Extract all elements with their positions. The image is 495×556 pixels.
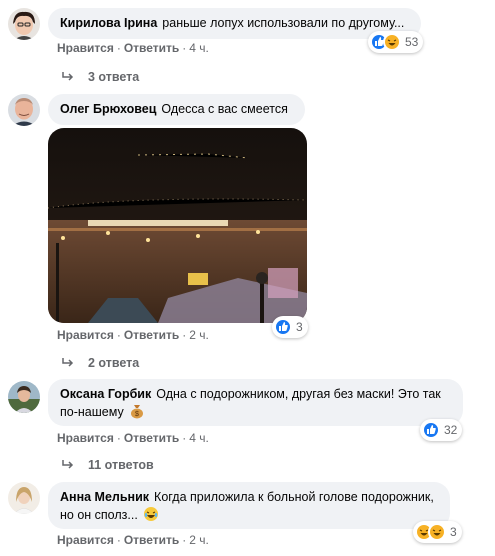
reply-arrow-icon (62, 458, 74, 472)
reply-button[interactable]: Ответить (124, 41, 179, 55)
comment-text: Одесса с вас смеется (161, 102, 288, 116)
reactions-count: 53 (405, 35, 419, 49)
comment-text: Одна с подорожником, другая без маски! Э… (156, 387, 441, 401)
reactions-count: 3 (296, 320, 303, 334)
svg-text:$: $ (135, 411, 139, 418)
comment-text: Когда приложила к больной голове подорож… (154, 490, 434, 504)
comment-timestamp[interactable]: 4 ч. (189, 431, 209, 445)
view-replies-link[interactable]: 3 ответа (62, 70, 139, 84)
reactions-summary[interactable]: 53 (368, 31, 424, 53)
reply-arrow-icon (62, 70, 74, 84)
reactions-summary[interactable]: 32 (420, 419, 463, 441)
comment-actions: Нравится · Ответить · 2 ч. (57, 328, 209, 342)
comment-text: по-нашему (60, 405, 124, 419)
comment-actions: Нравится · Ответить · 4 ч. (57, 431, 209, 445)
comment-bubble: Анна Мельник Когда приложила к больной го… (48, 482, 450, 529)
comment-timestamp[interactable]: 2 ч. (189, 533, 209, 547)
reactions-summary[interactable]: 3 (413, 521, 462, 543)
comment-text: но он сполз... (60, 508, 138, 522)
reply-button[interactable]: Ответить (124, 328, 179, 342)
replies-count: 11 ответов (88, 458, 154, 472)
comment-author[interactable]: Анна Мельник (60, 490, 149, 504)
like-button[interactable]: Нравится (57, 328, 114, 342)
comment-timestamp[interactable]: 4 ч. (189, 41, 209, 55)
replies-count: 2 ответа (88, 356, 140, 370)
like-reaction-icon (274, 318, 292, 336)
haha-reaction-icon (428, 523, 446, 541)
comment-timestamp[interactable]: 2 ч. (189, 328, 209, 342)
comment-author[interactable]: Олег Брюховец (60, 102, 156, 116)
reactions-count: 32 (444, 423, 458, 437)
haha-reaction-icon (383, 33, 401, 51)
avatar[interactable] (8, 381, 40, 413)
comment-actions: Нравится · Ответить · 2 ч. (57, 533, 209, 547)
comment-text-line-1: Оксана Горбик Одна с подорожником, другая… (60, 386, 451, 403)
comment-text-line-2: но он сполз... (60, 506, 438, 527)
avatar[interactable] (8, 94, 40, 126)
view-replies-link[interactable]: 2 ответа (62, 356, 139, 370)
view-replies-link[interactable]: 11 ответов (62, 458, 154, 472)
comment-text: раньше лопух использовали по другому... (162, 16, 405, 30)
comment-author[interactable]: Оксана Горбик (60, 387, 151, 401)
reactions-summary[interactable]: 3 (272, 316, 308, 338)
reply-arrow-icon (62, 356, 74, 370)
replies-count: 3 ответа (88, 70, 140, 84)
comment-photo[interactable] (48, 128, 307, 323)
comment-author[interactable]: Кирилова Ірина (60, 16, 157, 30)
like-reaction-icon (422, 421, 440, 439)
laughing-emoji-icon (143, 506, 159, 527)
comment-actions: Нравится · Ответить · 4 ч. (57, 41, 209, 55)
avatar[interactable] (8, 482, 40, 514)
comment-bubble: Кирилова Ірина раньше лопух использовали … (48, 8, 421, 39)
like-button[interactable]: Нравится (57, 533, 114, 547)
reactions-count: 3 (450, 525, 457, 539)
reply-button[interactable]: Ответить (124, 431, 179, 445)
money-bag-emoji-icon: $ (129, 403, 145, 424)
like-button[interactable]: Нравится (57, 431, 114, 445)
comment-text-line-1: Анна Мельник Когда приложила к больной го… (60, 489, 438, 506)
comment-bubble: Оксана Горбик Одна с подорожником, другая… (48, 379, 463, 426)
reply-button[interactable]: Ответить (124, 533, 179, 547)
avatar[interactable] (8, 8, 40, 40)
comment-text-line-2: по-нашему $ (60, 403, 451, 424)
like-button[interactable]: Нравится (57, 41, 114, 55)
comment-bubble: Олег Брюховец Одесса с вас смеется (48, 94, 305, 125)
